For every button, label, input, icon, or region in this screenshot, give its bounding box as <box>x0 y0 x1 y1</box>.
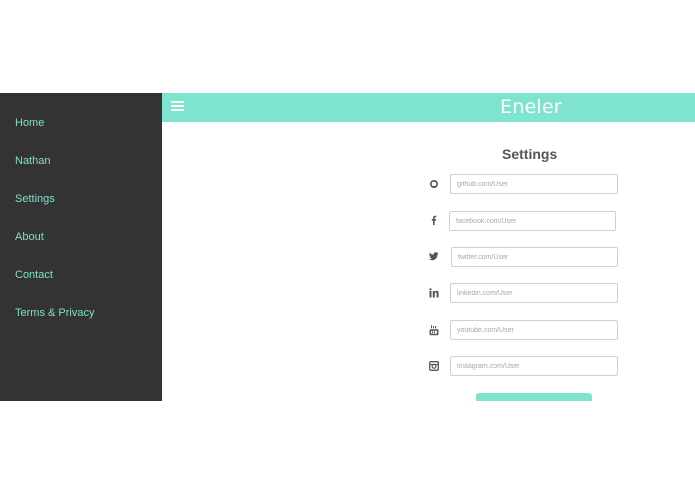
youtube-icon <box>428 324 440 336</box>
top-bar: Eneler <box>162 93 695 122</box>
sidebar-item-home[interactable]: Home <box>15 117 44 129</box>
app-title: Eneler <box>500 96 562 118</box>
facebook-field[interactable] <box>449 211 616 231</box>
instagram-field[interactable] <box>450 356 618 376</box>
settings-title: Settings <box>502 146 558 162</box>
linkedin-field[interactable] <box>450 283 618 303</box>
sidebar-item-terms-privacy[interactable]: Terms & Privacy <box>15 307 94 319</box>
twitter-field[interactable] <box>451 247 618 267</box>
facebook-icon <box>428 214 440 226</box>
hamburger-menu-icon[interactable] <box>171 101 184 111</box>
sidebar-item-nathan[interactable]: Nathan <box>15 155 50 167</box>
twitter-icon <box>428 250 440 262</box>
app-viewport: Home Nathan Settings About Contact Terms… <box>0 93 695 401</box>
youtube-field[interactable] <box>450 320 618 340</box>
instagram-icon <box>428 360 440 372</box>
sidebar: Home Nathan Settings About Contact Terms… <box>0 93 162 401</box>
sidebar-item-settings[interactable]: Settings <box>15 193 55 205</box>
sidebar-item-contact[interactable]: Contact <box>15 269 53 281</box>
github-icon <box>428 178 440 190</box>
github-field[interactable] <box>450 174 618 194</box>
save-button[interactable] <box>476 393 592 401</box>
linkedin-icon <box>428 287 440 299</box>
sidebar-item-about[interactable]: About <box>15 231 44 243</box>
